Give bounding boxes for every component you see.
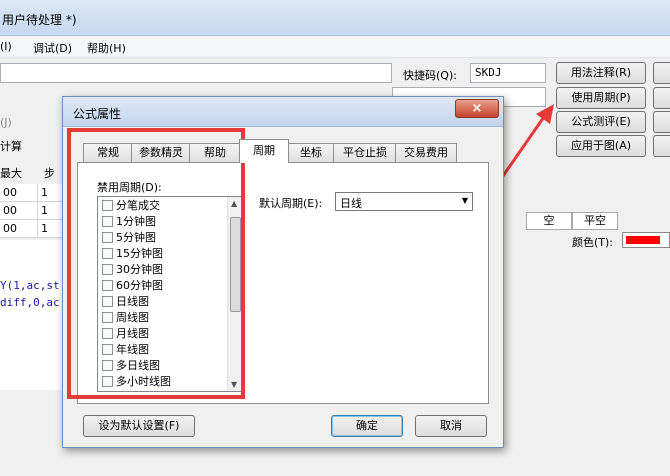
list-item[interactable]: 60分钟图 — [102, 278, 163, 294]
disabled-period-list[interactable]: 分笔成交 1分钟图 5分钟图 15分钟图 30分钟图 60分钟图 日线图 周线图… — [97, 196, 243, 392]
menu-item-partial[interactable]: (I) — [0, 40, 12, 53]
tab-period[interactable]: 周期 — [239, 139, 289, 163]
tab-axis[interactable]: 坐标 — [287, 143, 335, 163]
menu-bar: (I) 调试(D) 帮助(H) — [0, 36, 670, 58]
list-item[interactable]: 周线图 — [102, 310, 149, 326]
set-default-button[interactable]: 设为默认设置(F) — [83, 415, 195, 437]
tab-stop-loss[interactable]: 平仓止损 — [333, 143, 397, 163]
chevron-down-icon: ▼ — [461, 196, 468, 205]
color-picker[interactable] — [622, 232, 670, 248]
side-button-4[interactable] — [653, 135, 670, 157]
code-line: diff,0,ac — [0, 296, 60, 309]
shortcut-label: 快捷码(Q): — [403, 69, 457, 82]
formula-properties-dialog: 公式属性 × 常规 参数精灵 帮助 周期 坐标 平仓止损 交易费用 禁用周期(D… — [62, 96, 504, 448]
code-line: Y(1,ac,st — [0, 279, 60, 292]
default-period-select[interactable]: 日线 ▼ — [335, 192, 473, 211]
step-header: 步 — [44, 167, 55, 180]
scroll-up-icon[interactable]: ▲ — [231, 199, 237, 208]
grid-cell[interactable]: 00 — [0, 202, 38, 220]
default-period-label: 默认周期(E): — [259, 197, 323, 210]
grid-cell[interactable]: 00 — [0, 220, 38, 238]
list-item[interactable]: 分笔成交 — [102, 198, 160, 214]
side-button-2[interactable] — [653, 87, 670, 109]
tab-param-wizard[interactable]: 参数精灵 — [131, 143, 191, 163]
checkbox[interactable] — [102, 216, 113, 227]
disabled-period-label: 禁用周期(D): — [97, 181, 162, 194]
main-window-title: 用户待处理 *) — [2, 13, 77, 27]
list-item[interactable]: 15分钟图 — [102, 246, 163, 262]
max-header: 最大 — [0, 167, 22, 180]
checkbox[interactable] — [102, 360, 113, 371]
list-item[interactable]: 多日线图 — [102, 358, 160, 374]
checkbox[interactable] — [102, 232, 113, 243]
formula-name-field[interactable] — [0, 63, 392, 83]
checkbox[interactable] — [102, 312, 113, 323]
tab-help[interactable]: 帮助 — [189, 143, 241, 163]
grid-cell[interactable]: 00 — [0, 184, 38, 202]
list-item[interactable]: 日线图 — [102, 294, 149, 310]
scroll-thumb[interactable] — [230, 217, 241, 312]
cancel-button[interactable]: 取消 — [415, 415, 487, 437]
tab-general[interactable]: 常规 — [83, 143, 133, 163]
list-item[interactable]: 年线图 — [102, 342, 149, 358]
scroll-down-icon[interactable]: ▼ — [231, 380, 237, 389]
shortcut-field[interactable]: SKDJ — [470, 63, 546, 83]
color-swatch — [626, 236, 660, 244]
radio-label-partial: (J) — [0, 116, 12, 129]
checkbox[interactable] — [102, 200, 113, 211]
close-icon[interactable]: × — [455, 99, 499, 118]
dialog-title: 公式属性 — [73, 107, 122, 121]
checkbox[interactable] — [102, 328, 113, 339]
checkbox[interactable] — [102, 248, 113, 259]
checkbox[interactable] — [102, 264, 113, 275]
calc-label: 计算 — [0, 140, 22, 153]
checkbox[interactable] — [102, 376, 113, 387]
menu-item-debug[interactable]: 调试(D) — [33, 40, 72, 56]
checkbox[interactable] — [102, 280, 113, 291]
list-item[interactable]: 月线图 — [102, 326, 149, 342]
default-period-value: 日线 — [340, 197, 362, 210]
list-scrollbar[interactable]: ▲ ▼ — [227, 197, 242, 391]
color-label: 颜色(T): — [572, 236, 614, 249]
list-item[interactable]: 5分钟图 — [102, 230, 156, 246]
checkbox[interactable] — [102, 296, 113, 307]
side-button-1[interactable] — [653, 62, 670, 84]
list-item[interactable]: 30分钟图 — [102, 262, 163, 278]
list-item[interactable]: 1分钟图 — [102, 214, 156, 230]
ok-button[interactable]: 确定 — [331, 415, 403, 437]
dialog-titlebar: 公式属性 × — [63, 97, 503, 127]
usage-notes-button[interactable]: 用法注释(R) — [556, 62, 646, 84]
tab-close-short[interactable]: 平空 — [572, 212, 618, 230]
menu-item-help[interactable]: 帮助(H) — [87, 40, 126, 56]
side-button-3[interactable] — [653, 111, 670, 133]
list-item[interactable]: 多小时线图 — [102, 374, 171, 390]
main-window-titlebar: 用户待处理 *) — [0, 0, 670, 36]
code-editor[interactable]: Y(1,ac,st diff,0,ac — [0, 240, 62, 390]
checkbox[interactable] — [102, 344, 113, 355]
tab-trade-fees[interactable]: 交易费用 — [395, 143, 457, 163]
